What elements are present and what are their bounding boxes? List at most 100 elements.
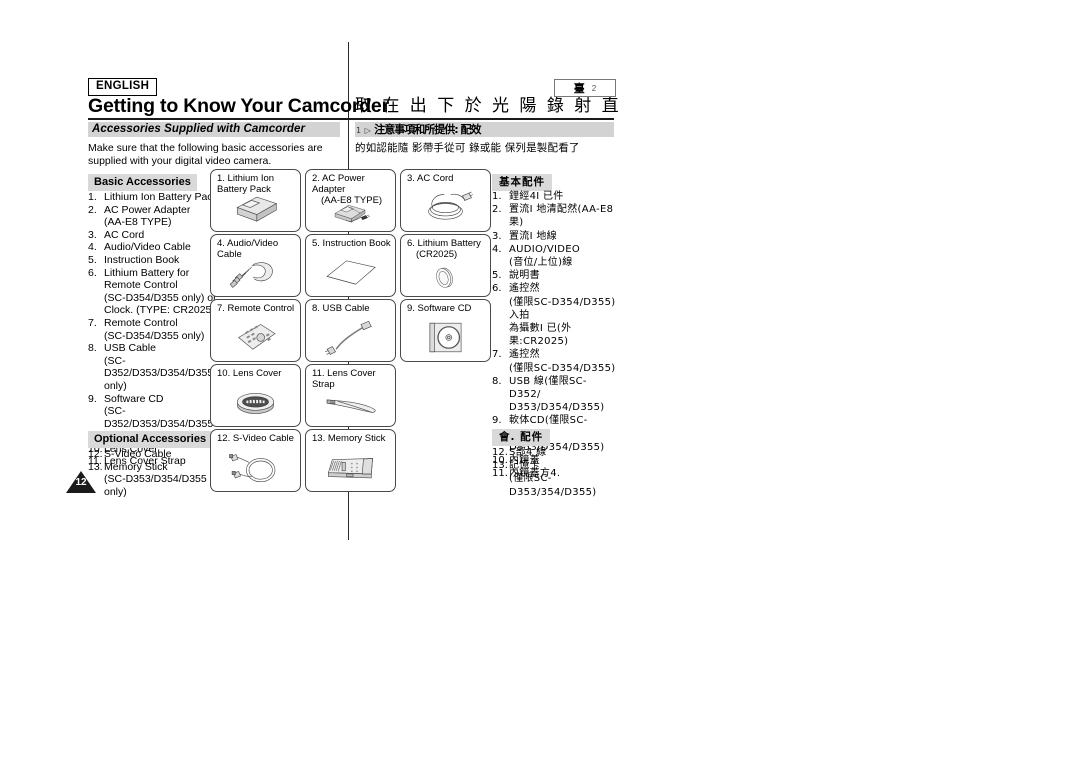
accessory-box: 13. Memory Stick <box>305 429 396 492</box>
list-item: 2. 置流I 地清配然(AA-E8 果) <box>492 203 618 229</box>
accessory-caption: 12. S-Video Cable <box>217 433 294 444</box>
usb-cable-icon <box>306 318 395 357</box>
accessory-box: 6. Lithium Battery (CR2025) <box>400 234 491 297</box>
list-item-label: Lithium Battery for <box>104 266 190 279</box>
instruction-book-icon <box>306 253 395 292</box>
intro-paragraph-english: Make sure that the following basic acces… <box>88 142 323 167</box>
list-item: 5. 說明書 <box>492 269 618 282</box>
list-item-continuation: Remote Control <box>104 279 178 292</box>
list-item-label: 鋰經4I 已件 <box>509 191 564 202</box>
accessory-caption-line2: (CR2025) <box>416 249 458 260</box>
av-cable-icon <box>211 253 300 292</box>
list-item-continuation: (AA-E8 TYPE) <box>104 216 172 229</box>
list-item-number: 5. <box>88 253 97 266</box>
language-badge: ENGLISH <box>88 78 158 96</box>
accessory-box: 1. Lithium Ion Battery Pack <box>210 169 301 232</box>
list-item-label: 說明書 <box>509 270 540 282</box>
list-item-label: AC Cord <box>104 228 145 241</box>
list-item-continuation: (SC-D352/D353/D354/D355 <box>104 354 214 380</box>
accessory-box: 11. Lens Cover Strap <box>305 364 396 427</box>
list-item-label: Remote Control <box>104 316 178 329</box>
accessory-box: 2. AC Power Adapter (AA-E8 TYPE) <box>305 169 396 232</box>
optional-accessories-list: 12. S-Video Cable 13. Memory Stick (SC-D353/… <box>88 448 223 498</box>
list-item-label: Software CD <box>104 392 164 405</box>
list-item-continuation: D353/D354/D355) <box>509 402 605 414</box>
accessory-caption: 8. USB Cable <box>312 303 370 314</box>
list-item-number: 2. <box>492 204 502 216</box>
list-item: 2. AC Power Adapter <box>88 204 223 217</box>
list-item-label: AC Power Adapter <box>104 203 191 216</box>
list-item: 7. 遙控然 <box>492 348 618 361</box>
list-item-number: 4. <box>492 243 502 255</box>
accessory-box: 5. Instruction Book <box>305 234 396 297</box>
section-title-chinese: 1 ▷ 注意事項和所提供: 配效 <box>356 123 481 136</box>
list-item: 5. Instruction Book <box>88 254 223 267</box>
list-item-continuation: (SC-D352/D353/D354/D355 <box>104 405 214 430</box>
list-item-number: 1. <box>88 191 97 203</box>
accessory-box: 4. Audio/Video Cable <box>210 234 301 297</box>
list-item: 4. AUDIO/VIDEO <box>492 243 618 256</box>
list-item-number: 9. <box>88 392 97 405</box>
list-item: 1. Lithium Ion Battery Pack <box>88 191 223 204</box>
list-item-number: 8. <box>492 375 502 387</box>
list-item-number: 3. <box>88 228 97 241</box>
accessory-box: 9. Software CD <box>400 299 491 362</box>
list-item-label: 置流I 地線 <box>509 230 557 242</box>
list-item-label: Lithium Ion Battery Pack <box>104 191 218 203</box>
list-item-number: 12. <box>88 448 103 460</box>
basic-accessories-list: 1. Lithium Ion Battery Pack 2. AC Power Ada… <box>88 191 223 468</box>
section-title-english: Accessories Supplied with Camcorder <box>92 123 306 135</box>
list-item-label: S部4 線 <box>509 447 547 458</box>
list-item: 4. Audio/Video Cable <box>88 241 223 254</box>
section-chinese-number: 1 <box>356 126 362 135</box>
page-indicator-number: 2 <box>591 83 597 93</box>
list-item-number: 7. <box>88 316 97 329</box>
list-item-number: 12. <box>492 447 508 458</box>
list-item: 1. 鋰經4I 已件 <box>492 190 618 203</box>
list-item-continuation: (SC-D354/D355 only) or <box>104 291 217 304</box>
page-indicator: 臺 2 <box>554 79 616 97</box>
s-video-cable-icon <box>211 448 300 487</box>
coin-battery-icon <box>401 263 490 292</box>
list-item-label: USB Cable <box>104 342 156 355</box>
manual-page: ENGLISH Getting to Know Your Camcorder 取… <box>0 0 1080 764</box>
ac-cord-icon <box>401 188 490 227</box>
list-item: 8. USB 線(僅限SC-D352/ <box>492 375 618 401</box>
ac-adapter-icon <box>306 198 395 227</box>
accessory-box: 12. S-Video Cable <box>210 429 301 492</box>
list-item-continuation: 為攝數I 已(外果:CR2025) <box>509 323 572 348</box>
list-item-number: 2. <box>88 203 97 216</box>
accessory-caption: 10. Lens Cover <box>217 368 282 379</box>
page-number-text: 12 <box>75 477 87 488</box>
basic-accessories-heading-chinese: 基本配件 <box>492 174 552 191</box>
optional-accessories-heading: Optional Accessories <box>88 431 213 448</box>
list-item: 12. S-Video Cable <box>88 448 223 461</box>
accessory-box: 3. AC Cord <box>400 169 491 232</box>
list-item: 8. USB Cable <box>88 342 223 355</box>
list-item-label: Instruction Book <box>104 253 180 266</box>
accessory-caption: 6. Lithium Battery (CR2025) <box>407 238 486 260</box>
lens-cover-icon <box>211 383 300 422</box>
list-item: 7. Remote Control <box>88 317 223 330</box>
header-rule <box>88 118 614 120</box>
list-item-continuation: only) <box>104 379 127 392</box>
accessory-caption: 7. Remote Control <box>217 303 295 314</box>
list-item-continuation: (SC-D353/D354/D355 only) <box>104 473 207 498</box>
list-item-continuation: Clock. (TYPE: CR2025) <box>104 304 215 317</box>
accessory-caption: 5. Instruction Book <box>312 238 391 249</box>
list-item-number: 1. <box>492 191 502 202</box>
page-title-english: Getting to Know Your Camcorder <box>88 95 389 117</box>
memory-stick-icon <box>306 448 395 487</box>
list-item: 3. 置流I 地線 <box>492 230 618 243</box>
software-cd-icon <box>401 318 490 357</box>
accessory-caption: 3. AC Cord <box>407 173 454 184</box>
page-indicator-label: 臺 <box>573 82 585 95</box>
lens-strap-icon <box>306 383 395 422</box>
list-item-label: 記憶卡 <box>509 460 540 472</box>
list-item-continuation: (僅限SC-D354/D355) <box>509 362 616 374</box>
intro-paragraph-chinese: 的如認能隨 影帶手從可 錄或能 保列是製配看了 <box>355 142 580 154</box>
list-item-number: 5. <box>492 270 502 282</box>
optional-accessories-list-chinese: 12. S部4 線 13. 記憶卡 (僅限SC-D353/354/D355) <box>492 446 618 499</box>
accessory-box: 8. USB Cable <box>305 299 396 362</box>
list-item-label: 遙控然 <box>509 283 540 295</box>
